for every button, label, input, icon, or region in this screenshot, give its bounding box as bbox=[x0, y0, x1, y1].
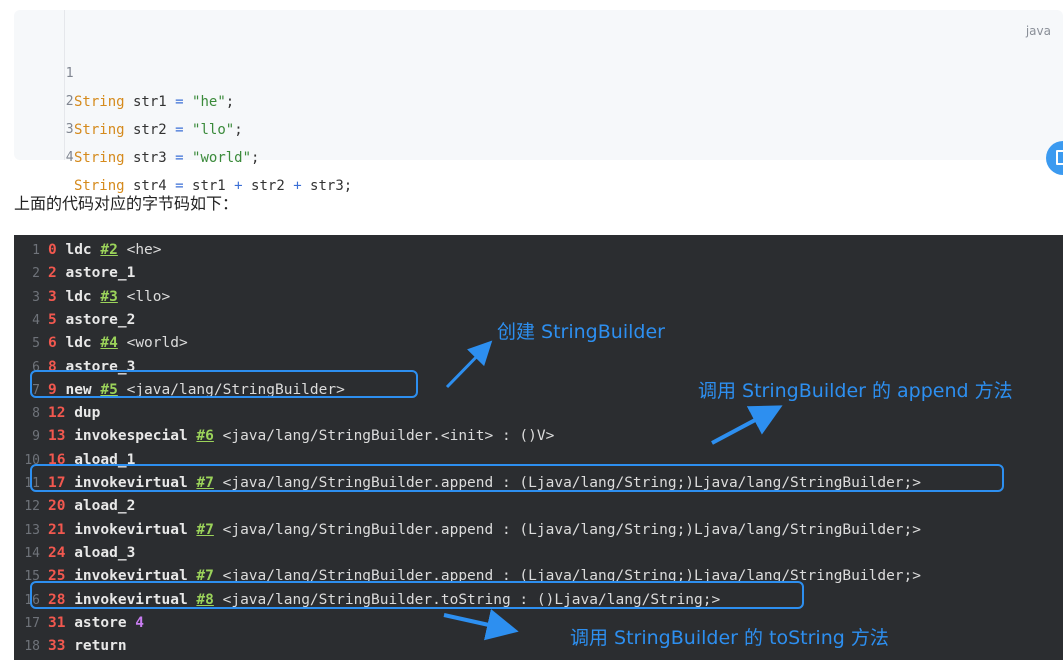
code-line: 2 String str2 = "llo"; bbox=[14, 59, 243, 138]
language-label: java bbox=[1025, 24, 1051, 38]
caption-text: 上面的代码对应的字节码如下： bbox=[14, 194, 239, 213]
arrow-tostring bbox=[443, 609, 519, 641]
code-text: String str1 = "he"; bbox=[74, 94, 235, 110]
arrow-append bbox=[711, 405, 783, 445]
code-line: 3 String str3 = "world"; bbox=[14, 87, 260, 166]
code-text: String str3 = "world"; bbox=[74, 150, 260, 166]
arrow-create bbox=[445, 340, 493, 389]
code-block: java 1 String str1 = "he"; 2 String str2… bbox=[14, 10, 1063, 194]
annotation-tostring: 调用 StringBuilder 的 toString 方法 bbox=[570, 627, 889, 649]
annotation-arrows bbox=[443, 340, 783, 641]
line-number: 4 bbox=[65, 150, 74, 165]
bytecode-panel: 10 ldc #2 <he> 2 2 astore_1 3 3 ldc #3 <llo>… bbox=[14, 235, 1063, 660]
code-line: 4 String str4 = str1 + str2 + str3; bbox=[14, 115, 352, 194]
annotation-create: 创建 StringBuilder bbox=[497, 321, 665, 343]
copy-icon bbox=[1056, 150, 1063, 165]
code-text: String str2 = "llo"; bbox=[74, 122, 243, 138]
code-line: 1 String str1 = "he"; bbox=[14, 31, 234, 110]
annotation-append: 调用 StringBuilder 的 append 方法 bbox=[698, 380, 1013, 402]
